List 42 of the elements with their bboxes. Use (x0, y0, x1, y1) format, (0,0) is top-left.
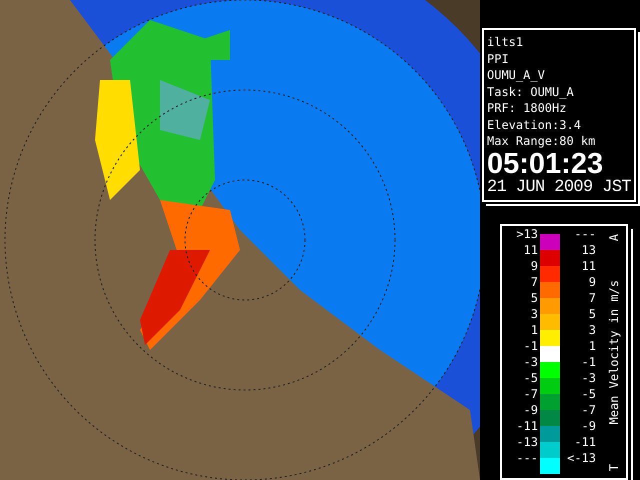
info-line: ilts1 (487, 34, 524, 50)
legend-label: -9 (522, 404, 539, 416)
legend-mark: T (607, 464, 621, 472)
legend-label: -7 (522, 388, 539, 400)
legend-label: 7 (530, 276, 539, 288)
legend-label: 5 (588, 308, 596, 320)
legend-label: -3 (522, 356, 539, 368)
legend-label: 9 (530, 260, 539, 272)
legend-label: --- (573, 228, 596, 240)
legend-label: -9 (580, 420, 596, 432)
legend-label: <-13 (566, 452, 596, 464)
legend-label: 1 (530, 324, 539, 336)
time-text: 05:01:23 (487, 150, 604, 178)
legend-label: -3 (580, 372, 596, 384)
legend-label: -11 (515, 420, 539, 432)
info-line: Elevation:3.4 (487, 116, 582, 133)
legend-label: 11 (580, 260, 596, 272)
legend-label: 9 (588, 276, 596, 288)
legend-label: 3 (588, 324, 596, 336)
legend-label: --- (515, 452, 539, 464)
legend-label: 7 (588, 292, 596, 304)
legend-label: -5 (522, 372, 539, 384)
legend-label: 1 (588, 340, 596, 352)
info-line: Task: OUMU_A (487, 84, 575, 100)
info-line: OUMU_A_V (487, 67, 546, 84)
legend-label: 3 (530, 308, 539, 320)
legend-mark: A (607, 234, 621, 241)
date-text: 21 JUN 2009 JST (487, 178, 631, 198)
legend-label: -1 (580, 356, 596, 368)
legend-label: -7 (580, 404, 596, 416)
info-line: PRF: 1800Hz (487, 100, 568, 116)
info-line: PPI (487, 50, 510, 67)
info-line: Max Range:80 km (487, 133, 596, 150)
legend-label: -11 (573, 436, 596, 448)
legend-label: -13 (515, 436, 539, 448)
legend-label: -5 (580, 388, 596, 400)
legend-label: -1 (522, 340, 539, 352)
legend-title: Mean Velocity in m/s (607, 280, 621, 425)
legend-label: >13 (515, 228, 539, 240)
legend-label: 13 (580, 244, 596, 256)
legend-label: 11 (522, 244, 539, 256)
legend-label: 5 (530, 292, 539, 304)
